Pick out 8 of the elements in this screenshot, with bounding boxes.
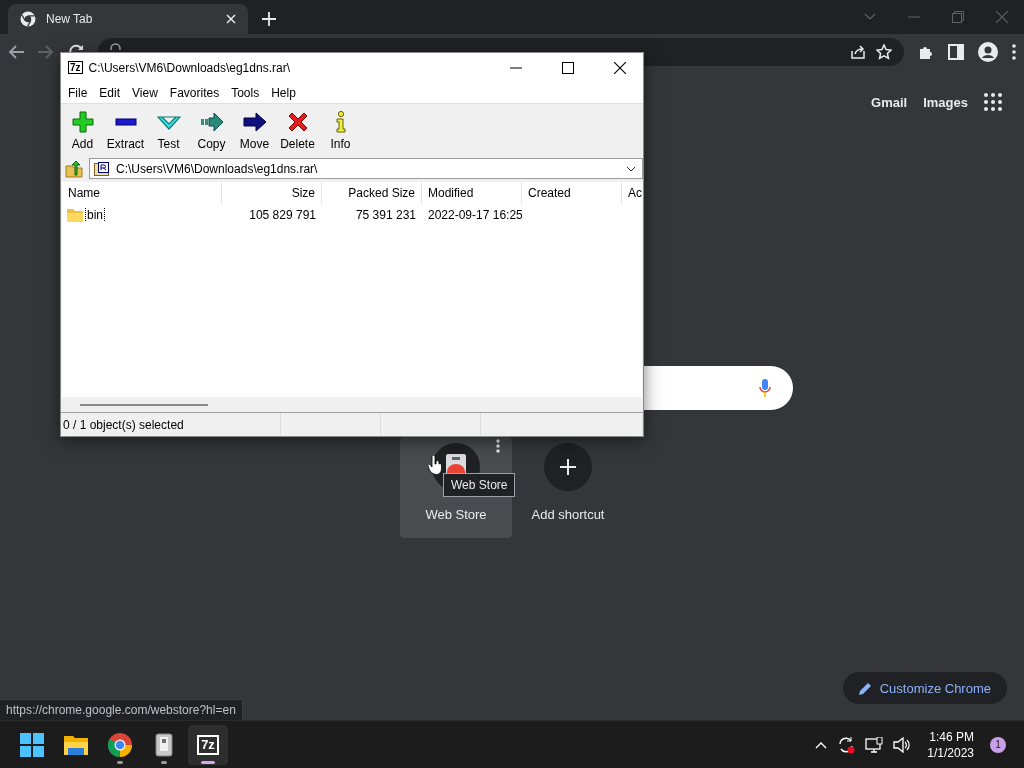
- tooltip: Web Store: [443, 473, 516, 497]
- app-logo: 7z: [68, 61, 83, 74]
- status-url: https://chrome.google.com/webstore?hl=en: [0, 699, 243, 720]
- status-text: 0 / 1 object(s) selected: [61, 413, 281, 436]
- table-cell-text: 105 829 791: [248, 208, 317, 222]
- table-cell-text: 2022-09-17 16:25: [427, 208, 522, 222]
- table-cell-text: 75 391 231: [354, 208, 417, 222]
- window-title: C:\Users\VM6\Downloads\eg1dns.rar\: [88, 60, 291, 75]
